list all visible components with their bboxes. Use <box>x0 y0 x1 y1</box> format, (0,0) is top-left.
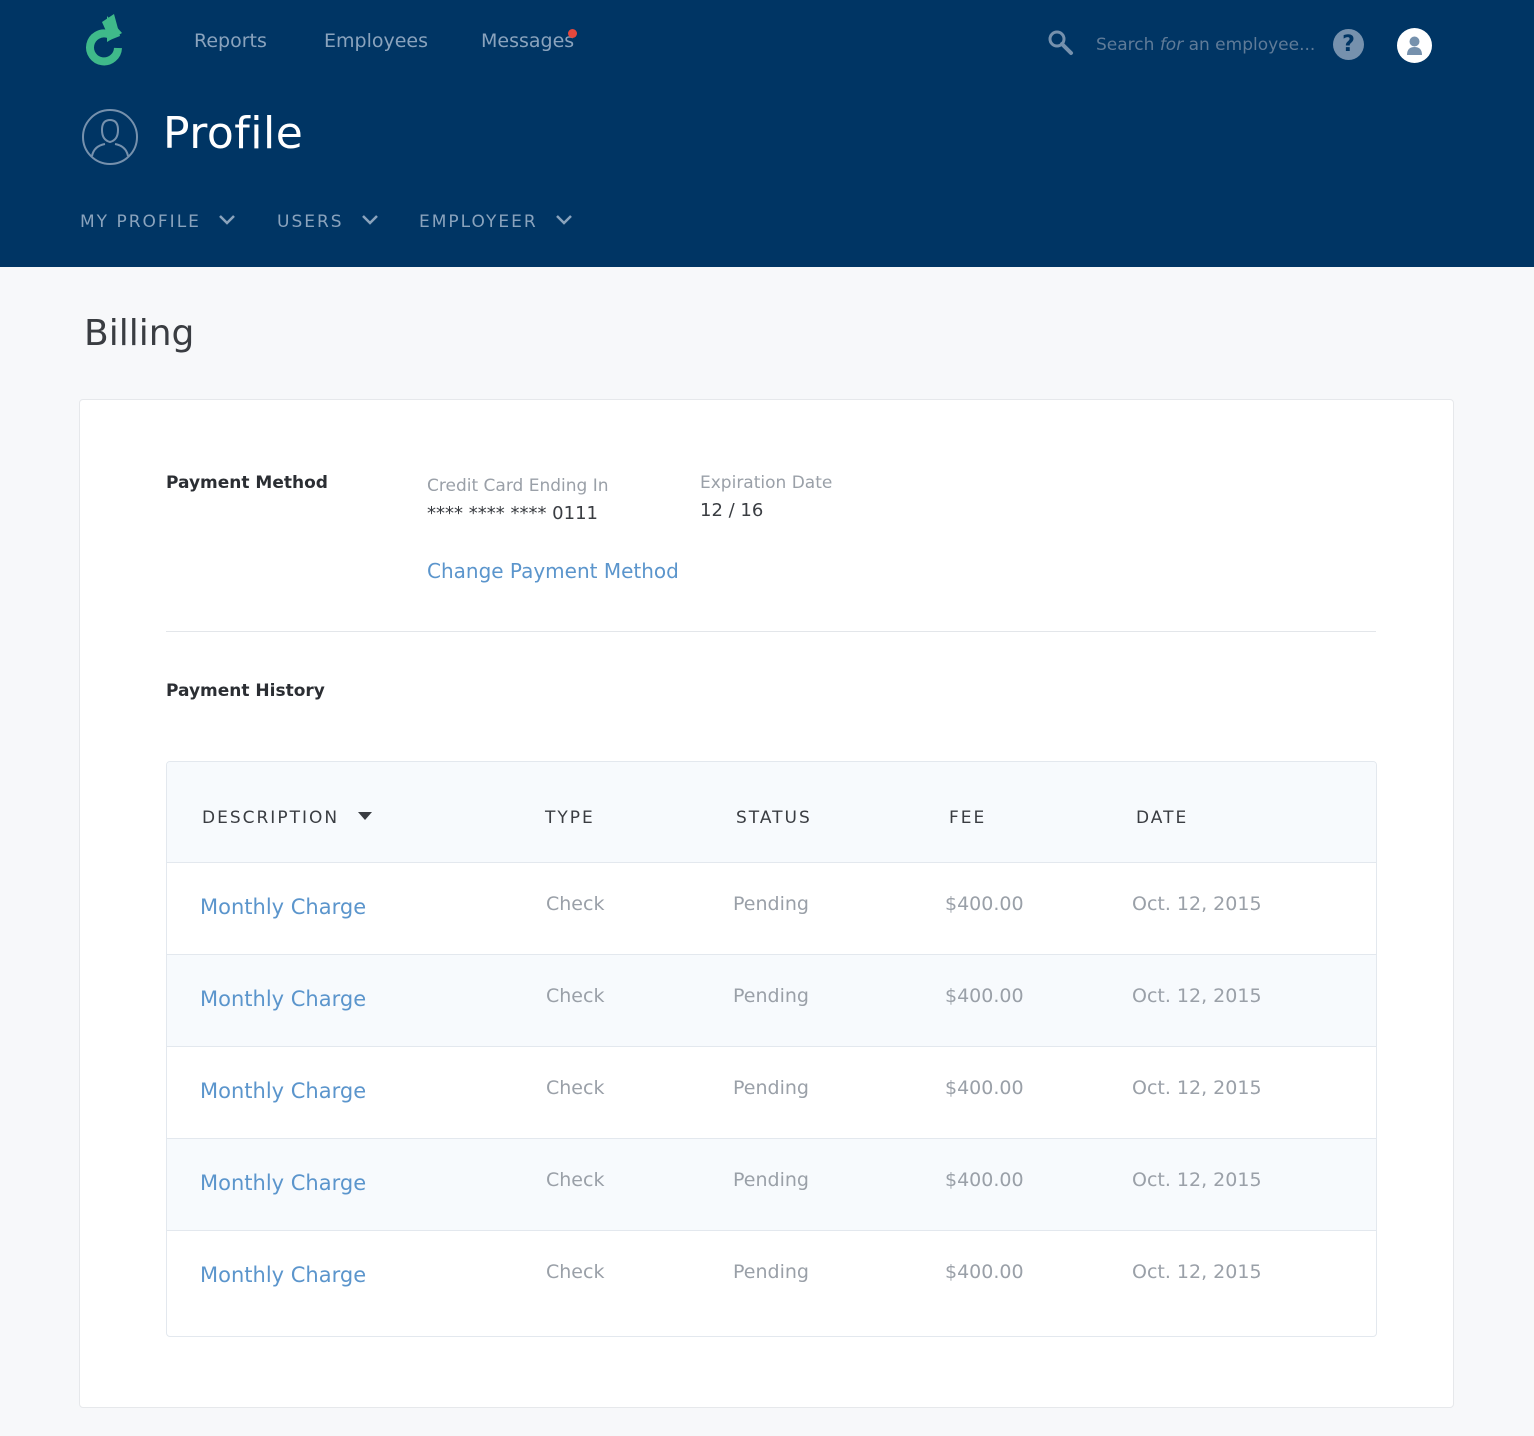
fee-cell: $400.00 <box>945 1261 1024 1283</box>
date-cell: Oct. 12, 2015 <box>1132 985 1262 1007</box>
type-cell: Check <box>546 893 605 915</box>
fee-cell: $400.00 <box>945 1169 1024 1191</box>
date-cell: Oct. 12, 2015 <box>1132 893 1262 915</box>
table-row: Monthly Charge Check Pending $400.00 Oct… <box>167 863 1376 955</box>
payment-history-table: DESCRIPTION TYPE STATUS FEE DATE Monthly… <box>166 761 1377 1337</box>
search-icon[interactable] <box>1046 28 1076 58</box>
change-payment-method-link[interactable]: Change Payment Method <box>427 559 679 583</box>
fee-cell: $400.00 <box>945 1077 1024 1099</box>
nav-employees-link[interactable]: Employees <box>324 30 428 52</box>
description-link[interactable]: Monthly Charge <box>200 895 366 919</box>
nav-reports-link[interactable]: Reports <box>194 30 267 52</box>
column-header-description[interactable]: DESCRIPTION <box>202 808 373 828</box>
page-title: Profile <box>163 108 304 159</box>
billing-card: Payment Method Credit Card Ending In ***… <box>79 399 1454 1408</box>
subnav-label: USERS <box>277 212 344 232</box>
chevron-down-icon <box>219 215 236 225</box>
card-number-value: **** **** **** 0111 <box>427 503 598 524</box>
description-link[interactable]: Monthly Charge <box>200 987 366 1011</box>
card-label: Credit Card Ending In <box>427 476 609 496</box>
chevron-down-icon <box>556 215 572 225</box>
fee-cell: $400.00 <box>945 893 1024 915</box>
type-cell: Check <box>546 1261 605 1283</box>
column-header-label: DESCRIPTION <box>202 808 340 828</box>
subnav-users[interactable]: USERS <box>277 212 379 232</box>
date-cell: Oct. 12, 2015 <box>1132 1169 1262 1191</box>
description-link[interactable]: Monthly Charge <box>200 1263 366 1287</box>
section-divider <box>166 631 1376 632</box>
subnav-label: MY PROFILE <box>80 212 201 232</box>
chevron-down-icon <box>362 215 378 225</box>
employee-search-input[interactable] <box>1095 30 1310 60</box>
messages-notification-dot <box>568 29 577 38</box>
payment-method-label: Payment Method <box>166 473 328 493</box>
fee-cell: $400.00 <box>945 985 1024 1007</box>
billing-title: Billing <box>84 313 195 354</box>
status-cell: Pending <box>733 1077 809 1099</box>
table-row: Monthly Charge Check Pending $400.00 Oct… <box>167 1139 1376 1231</box>
column-header-fee[interactable]: FEE <box>949 808 986 828</box>
expiration-value: 12 / 16 <box>700 500 764 521</box>
top-header: Reports Employees Messages Search for an… <box>0 0 1534 267</box>
table-row: Monthly Charge Check Pending $400.00 Oct… <box>167 1231 1376 1323</box>
table-row: Monthly Charge Check Pending $400.00 Oct… <box>167 1047 1376 1139</box>
table-header: DESCRIPTION TYPE STATUS FEE DATE <box>167 762 1376 863</box>
subnav-my-profile[interactable]: MY PROFILE <box>80 212 236 232</box>
profile-icon <box>82 109 138 165</box>
date-cell: Oct. 12, 2015 <box>1132 1077 1262 1099</box>
description-link[interactable]: Monthly Charge <box>200 1079 366 1103</box>
nav-messages-link[interactable]: Messages <box>481 30 574 52</box>
description-link[interactable]: Monthly Charge <box>200 1171 366 1195</box>
column-header-type[interactable]: TYPE <box>545 808 595 828</box>
date-cell: Oct. 12, 2015 <box>1132 1261 1262 1283</box>
status-cell: Pending <box>733 1169 809 1191</box>
expiration-label: Expiration Date <box>700 473 833 493</box>
status-cell: Pending <box>733 893 809 915</box>
subnav-label: EMPLOYEER <box>419 212 538 232</box>
table-row: Monthly Charge Check Pending $400.00 Oct… <box>167 955 1376 1047</box>
column-header-status[interactable]: STATUS <box>736 808 812 828</box>
status-cell: Pending <box>733 985 809 1007</box>
app-logo-icon[interactable] <box>80 12 128 70</box>
payment-history-label: Payment History <box>166 681 325 701</box>
user-avatar-icon[interactable] <box>1397 28 1432 63</box>
status-cell: Pending <box>733 1261 809 1283</box>
subnav-employeer[interactable]: EMPLOYEER <box>419 212 573 232</box>
sort-caret-icon <box>358 812 373 820</box>
type-cell: Check <box>546 1077 605 1099</box>
type-cell: Check <box>546 985 605 1007</box>
help-icon[interactable]: ? <box>1333 29 1364 60</box>
type-cell: Check <box>546 1169 605 1191</box>
column-header-date[interactable]: DATE <box>1136 808 1188 828</box>
